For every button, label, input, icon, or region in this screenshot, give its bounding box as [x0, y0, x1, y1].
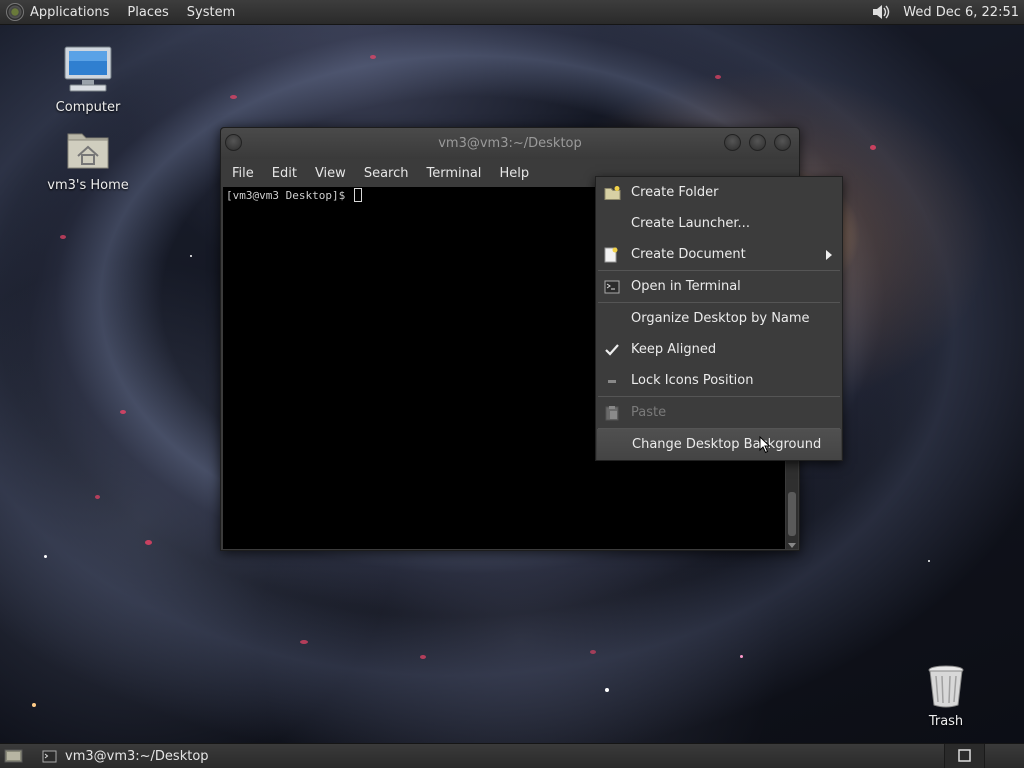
terminal-cursor — [353, 188, 362, 202]
wallpaper-star — [300, 640, 308, 644]
show-desktop-icon[interactable] — [4, 748, 24, 764]
wallpaper-star — [928, 560, 930, 562]
window-title: vm3@vm3:~/Desktop — [438, 136, 582, 151]
menu-item-create-launcher[interactable]: Create Launcher... — [596, 208, 842, 239]
wallpaper-star — [32, 703, 36, 707]
system-menu-label: System — [186, 4, 236, 20]
wallpaper-star — [590, 650, 596, 654]
menu-search[interactable]: Search — [355, 166, 418, 181]
wallpaper-star — [95, 495, 100, 499]
applications-menu[interactable]: Applications — [0, 0, 115, 25]
check-icon — [605, 343, 619, 356]
folder-new-icon — [604, 185, 621, 200]
wallpaper-star — [145, 540, 152, 545]
menu-terminal[interactable]: Terminal — [417, 166, 490, 181]
home-desktop-icon[interactable]: vm3's Home — [43, 126, 133, 193]
places-menu[interactable]: Places — [115, 0, 174, 25]
wallpaper-star — [740, 655, 743, 658]
menu-item-lock-icons-position[interactable]: Lock Icons Position — [596, 365, 842, 396]
taskbar-terminal-button[interactable]: vm3@vm3:~/Desktop — [36, 745, 215, 768]
applications-logo-icon — [6, 3, 24, 21]
wallpaper-star — [60, 235, 66, 239]
home-folder-icon — [67, 133, 109, 169]
wallpaper-star — [44, 555, 47, 558]
menu-item-change-desktop-background[interactable]: Change Desktop Background — [597, 429, 841, 460]
trash-icon-label: Trash — [928, 714, 964, 729]
wallpaper-star — [230, 95, 237, 99]
computer-icon-label: Computer — [55, 100, 121, 115]
maximize-button[interactable] — [749, 134, 766, 151]
document-new-icon — [604, 247, 618, 262]
menu-item-label: Keep Aligned — [631, 342, 717, 357]
mouse-pointer-icon — [759, 436, 771, 454]
bottom-panel: vm3@vm3:~/Desktop — [0, 743, 1024, 768]
menu-item-label: Change Desktop Background — [632, 437, 822, 452]
home-icon-label: vm3's Home — [47, 178, 129, 193]
menu-file[interactable]: File — [223, 166, 263, 181]
wallpaper-star — [190, 255, 192, 257]
menu-item-create-folder[interactable]: Create Folder — [596, 177, 842, 208]
applications-menu-label: Applications — [30, 4, 110, 20]
menu-edit[interactable]: Edit — [263, 166, 306, 181]
menu-view[interactable]: View — [306, 166, 355, 181]
menu-item-organize-desktop[interactable]: Organize Desktop by Name — [596, 303, 842, 334]
menu-item-open-in-terminal[interactable]: Open in Terminal — [596, 271, 842, 302]
scroll-down-arrow-icon[interactable] — [788, 543, 796, 548]
menu-item-label: Create Document — [631, 247, 746, 262]
volume-icon[interactable] — [871, 3, 893, 21]
workspace-1[interactable] — [944, 743, 984, 768]
wallpaper-star — [605, 688, 609, 692]
wallpaper-star — [120, 410, 126, 414]
menu-item-keep-aligned[interactable]: Keep Aligned — [596, 334, 842, 365]
taskbar-button-label: vm3@vm3:~/Desktop — [65, 748, 209, 764]
terminal-prompt: [vm3@vm3 Desktop]$ — [226, 188, 362, 202]
panel-tray: Wed Dec 6, 22:51 — [871, 0, 1024, 25]
wallpaper-star — [715, 75, 721, 79]
scrollbar-thumb[interactable] — [788, 492, 796, 536]
wallpaper-star — [420, 655, 426, 659]
computer-desktop-icon[interactable]: Computer — [43, 44, 133, 115]
window-titlebar[interactable]: vm3@vm3:~/Desktop — [221, 128, 799, 159]
terminal-icon — [42, 750, 57, 762]
menu-item-create-document[interactable]: Create Document — [596, 239, 842, 270]
computer-icon — [64, 46, 112, 92]
menu-item-label: Paste — [631, 405, 667, 420]
menu-item-paste: Paste — [596, 397, 842, 428]
desktop-context-menu: Create Folder Create Launcher... Create … — [595, 176, 843, 461]
paste-icon — [605, 405, 619, 420]
menu-item-label: Organize Desktop by Name — [631, 311, 810, 326]
menu-item-label: Create Launcher... — [631, 216, 750, 231]
wallpaper-star — [370, 55, 376, 59]
unchecked-dash-icon — [608, 379, 616, 383]
close-button[interactable] — [774, 134, 791, 151]
terminal-icon — [604, 280, 620, 293]
system-menu[interactable]: System — [175, 0, 241, 25]
wallpaper-star — [870, 145, 876, 150]
panel-clock[interactable]: Wed Dec 6, 22:51 — [903, 5, 1019, 20]
workspace-window-icon — [958, 748, 971, 762]
prompt-text: [vm3@vm3 Desktop]$ — [226, 189, 352, 202]
menu-item-label: Lock Icons Position — [631, 373, 754, 388]
places-menu-label: Places — [127, 4, 169, 20]
workspace-switcher — [944, 743, 1024, 768]
submenu-arrow-icon — [826, 249, 832, 260]
trash-desktop-icon[interactable]: Trash — [901, 664, 991, 729]
top-panel: Applications Places System Wed Dec 6, 22… — [0, 0, 1024, 25]
menu-item-label: Open in Terminal — [631, 279, 741, 294]
trash-icon — [928, 665, 964, 708]
menu-item-label: Create Folder — [631, 185, 719, 200]
minimize-button[interactable] — [724, 134, 741, 151]
menu-help[interactable]: Help — [490, 166, 538, 181]
workspace-2[interactable] — [984, 743, 1024, 768]
